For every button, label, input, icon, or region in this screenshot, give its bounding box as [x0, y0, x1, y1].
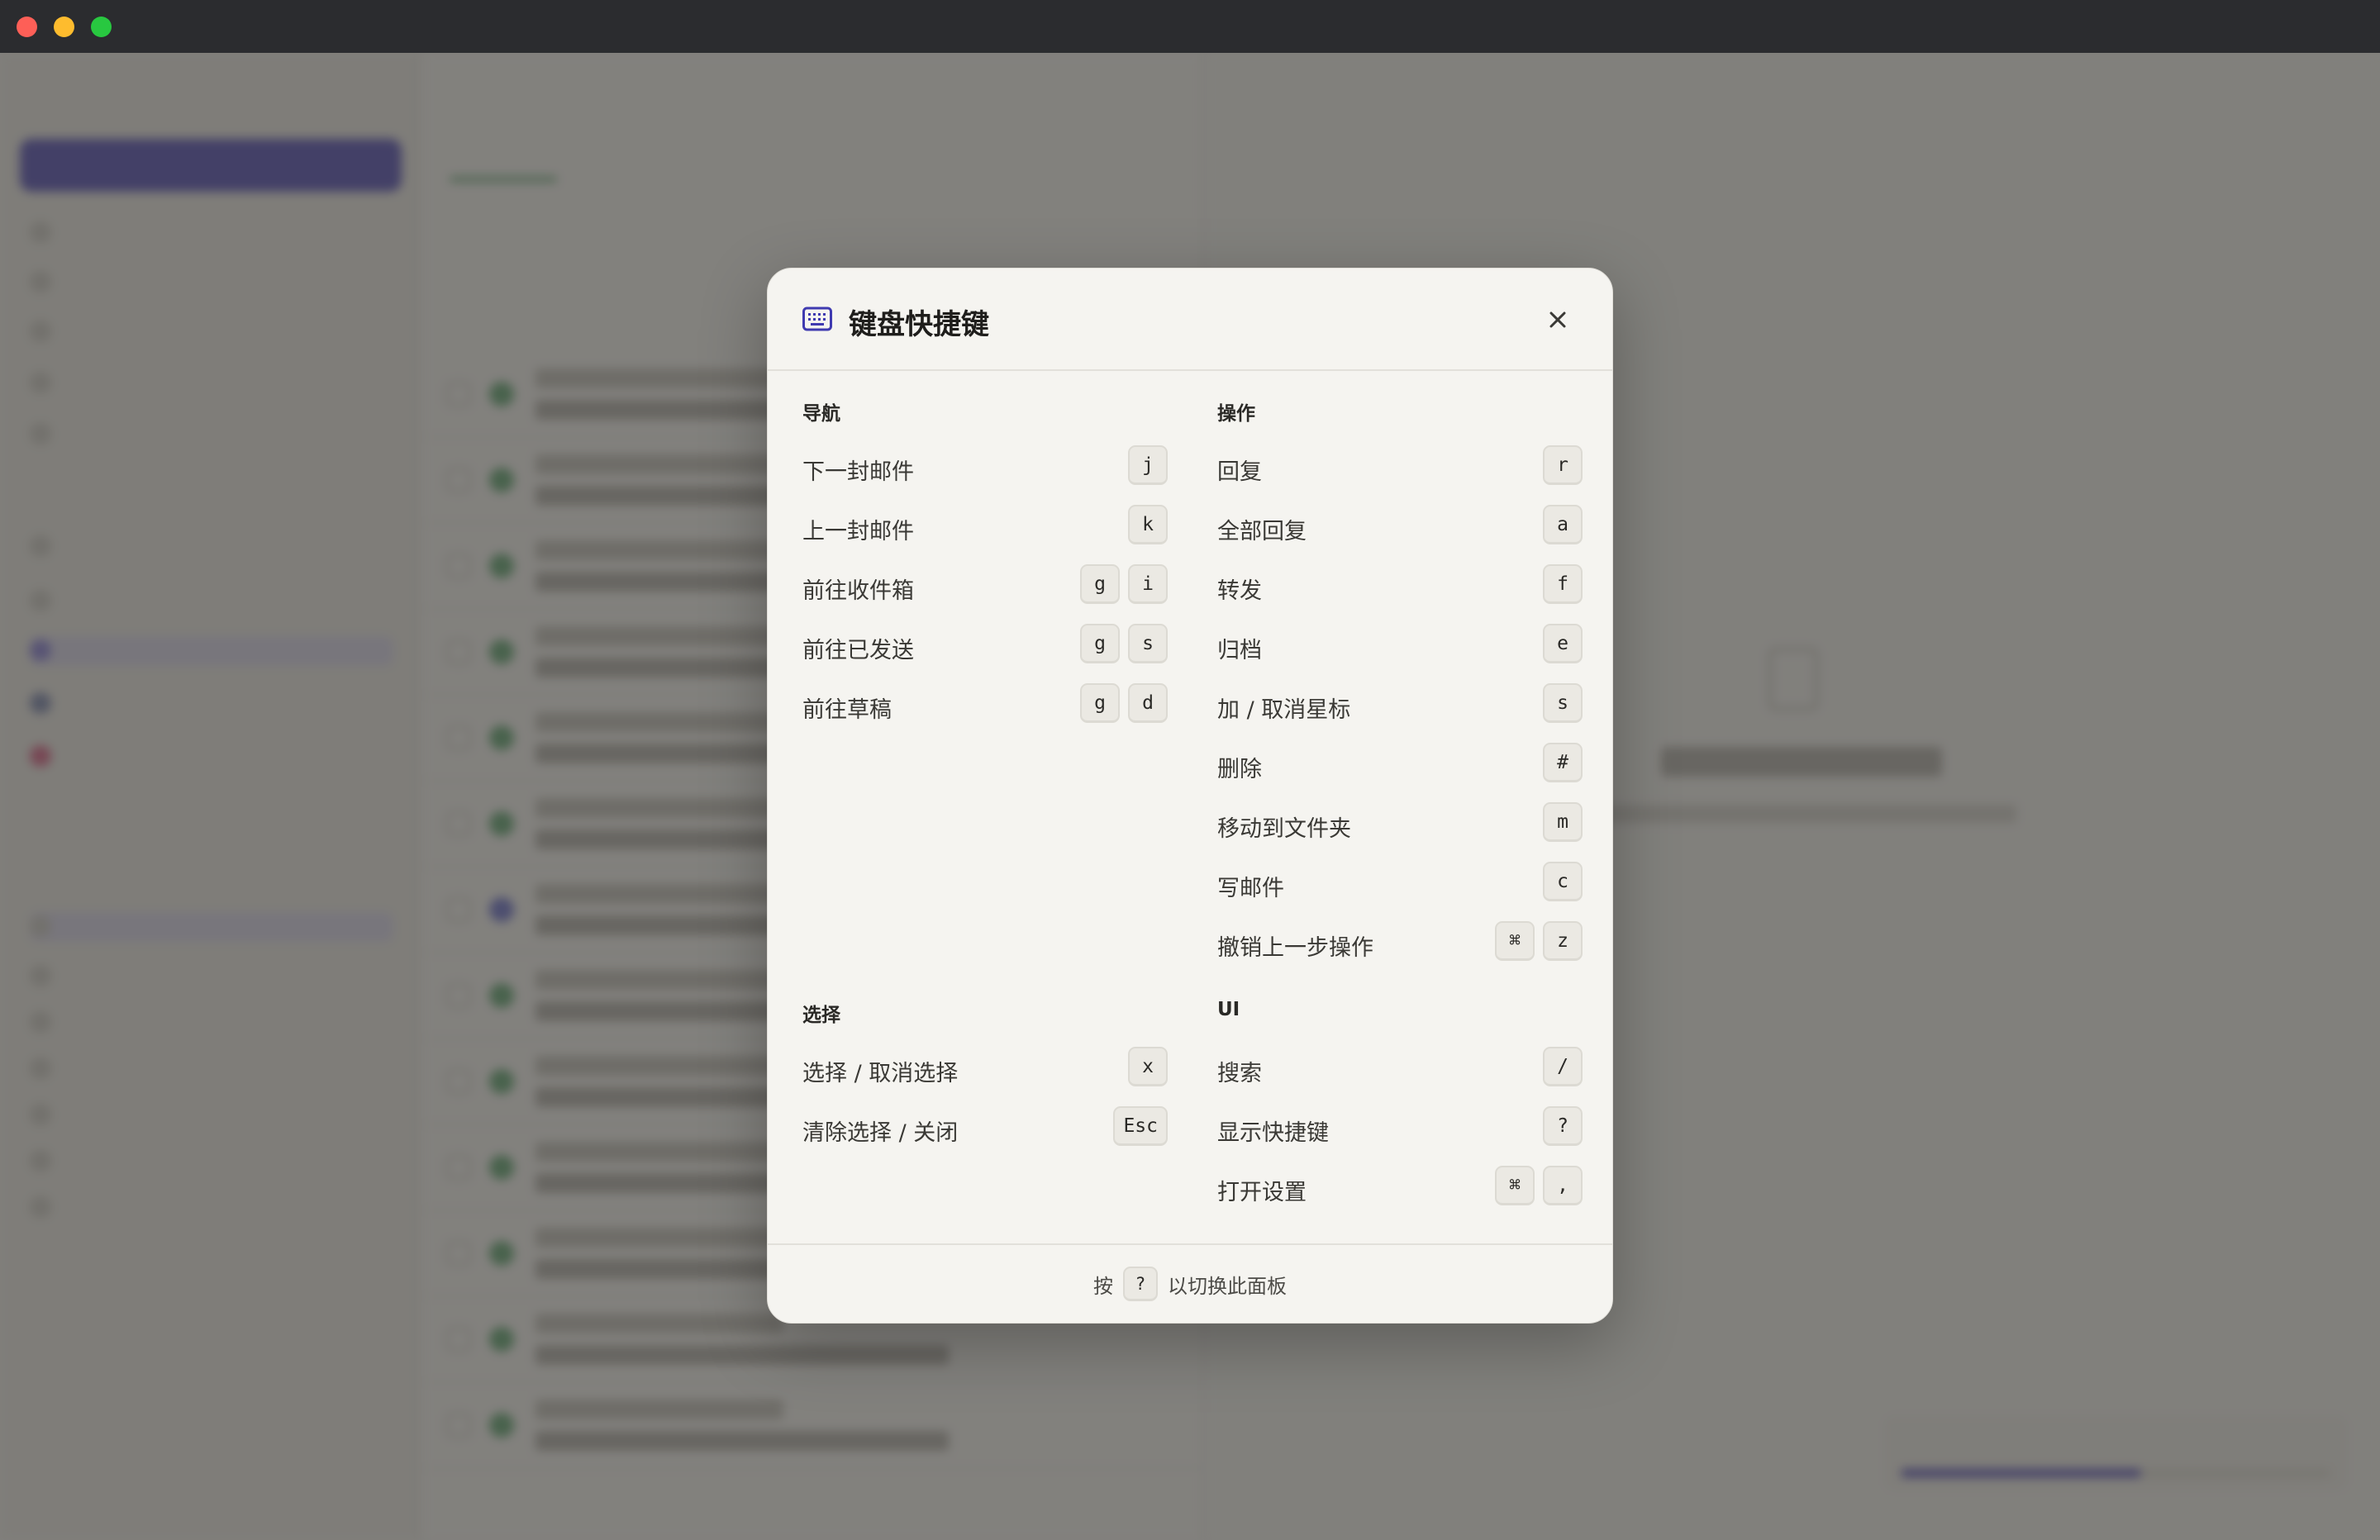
shortcut-row: 打开设置 ⌘ , — [1217, 1166, 1583, 1209]
key-cap: / — [1543, 1047, 1583, 1086]
key-cap: k — [1128, 505, 1168, 544]
key-cap: ? — [1123, 1267, 1158, 1301]
dialog-title: 键盘快捷键 — [849, 308, 989, 341]
dialog-header: 键盘快捷键 — [768, 269, 1612, 371]
key-cap: x — [1128, 1047, 1168, 1086]
key-cap: c — [1543, 862, 1583, 901]
key-cap: g — [1080, 624, 1120, 663]
key-cap: f — [1543, 564, 1583, 604]
shortcut-row: 归档 e — [1217, 624, 1583, 667]
shortcut-row: 加 / 取消星标 s — [1217, 683, 1583, 726]
shortcut-row: 转发 f — [1217, 564, 1583, 607]
minimize-window-button[interactable] — [54, 17, 74, 37]
command-key-icon: ⌘ — [1495, 1166, 1535, 1205]
shortcut-row: 前往已发送 g s — [802, 624, 1168, 667]
shortcut-row: 删除 # — [1217, 743, 1583, 786]
shortcut-row: 上一封邮件 k — [802, 505, 1168, 548]
shortcut-row: 撤销上一步操作 ⌘ z — [1217, 921, 1583, 964]
shortcut-label: 撤销上一步操作 — [1217, 935, 1373, 961]
key-cap: s — [1128, 624, 1168, 663]
shortcut-row: 选择 / 取消选择 x — [802, 1047, 1168, 1090]
shortcut-label: 前往已发送 — [802, 638, 914, 663]
shortcut-label: 显示快捷键 — [1217, 1120, 1329, 1146]
key-cap: z — [1543, 921, 1583, 961]
command-key-icon: ⌘ — [1495, 921, 1535, 961]
key-cap: s — [1543, 683, 1583, 723]
key-cap: Esc — [1113, 1106, 1168, 1146]
shortcut-label: 下一封邮件 — [802, 459, 914, 485]
shortcut-label: 清除选择 / 关闭 — [802, 1120, 959, 1146]
key-cap: ? — [1543, 1106, 1583, 1146]
shortcut-label: 归档 — [1217, 638, 1262, 663]
shortcut-row: 搜索 / — [1217, 1047, 1583, 1090]
key-cap: g — [1080, 564, 1120, 604]
shortcut-label: 删除 — [1217, 757, 1262, 782]
section-title-actions: 操作 — [1217, 403, 1255, 425]
shortcut-row: 写邮件 c — [1217, 862, 1583, 905]
key-cap: # — [1543, 743, 1583, 782]
shortcut-label: 移动到文件夹 — [1217, 816, 1351, 842]
shortcut-row: 前往收件箱 g i — [802, 564, 1168, 607]
key-cap: e — [1543, 624, 1583, 663]
shortcut-row: 全部回复 a — [1217, 505, 1583, 548]
shortcut-row: 前往草稿 g d — [802, 683, 1168, 726]
shortcut-label: 上一封邮件 — [802, 519, 914, 544]
shortcut-label: 打开设置 — [1217, 1180, 1307, 1205]
shortcut-label: 选择 / 取消选择 — [802, 1061, 959, 1086]
key-cap: a — [1543, 505, 1583, 544]
shortcut-row: 下一封邮件 j — [802, 445, 1168, 488]
key-cap: j — [1128, 445, 1168, 485]
close-icon[interactable] — [1540, 302, 1576, 338]
section-title-selection: 选择 — [802, 1005, 840, 1026]
key-cap: r — [1543, 445, 1583, 485]
footer-suffix: 以切换此面板 — [1168, 1274, 1287, 1298]
keyboard-icon — [802, 307, 832, 331]
key-cap: g — [1080, 683, 1120, 723]
footer-prefix: 按 — [1093, 1274, 1113, 1298]
key-cap: d — [1128, 683, 1168, 723]
shortcut-row: 移动到文件夹 m — [1217, 802, 1583, 845]
window-titlebar — [0, 0, 2380, 53]
shortcut-row: 显示快捷键 ? — [1217, 1106, 1583, 1149]
shortcut-row: 回复 r — [1217, 445, 1583, 488]
shortcut-label: 写邮件 — [1217, 876, 1284, 901]
zoom-window-button[interactable] — [91, 17, 112, 37]
key-cap: i — [1128, 564, 1168, 604]
shortcut-label: 转发 — [1217, 578, 1262, 604]
close-window-button[interactable] — [17, 17, 37, 37]
key-cap: m — [1543, 802, 1583, 842]
shortcut-label: 回复 — [1217, 459, 1262, 485]
shortcut-label: 前往收件箱 — [802, 578, 914, 604]
section-title-navigation: 导航 — [802, 403, 840, 425]
shortcut-label: 全部回复 — [1217, 519, 1307, 544]
section-title-ui: UI — [1217, 999, 1240, 1020]
shortcut-label: 搜索 — [1217, 1061, 1262, 1086]
key-cap: , — [1543, 1166, 1583, 1205]
shortcut-label: 加 / 取消星标 — [1217, 697, 1351, 723]
dialog-footer: 按 ? 以切换此面板 — [768, 1243, 1612, 1324]
keyboard-shortcuts-dialog: 键盘快捷键 导航 下一封邮件 j 上一封邮件 k 前往收件箱 g i 前往已发送… — [767, 268, 1613, 1324]
shortcut-row: 清除选择 / 关闭 Esc — [802, 1106, 1168, 1149]
shortcut-label: 前往草稿 — [802, 697, 892, 723]
